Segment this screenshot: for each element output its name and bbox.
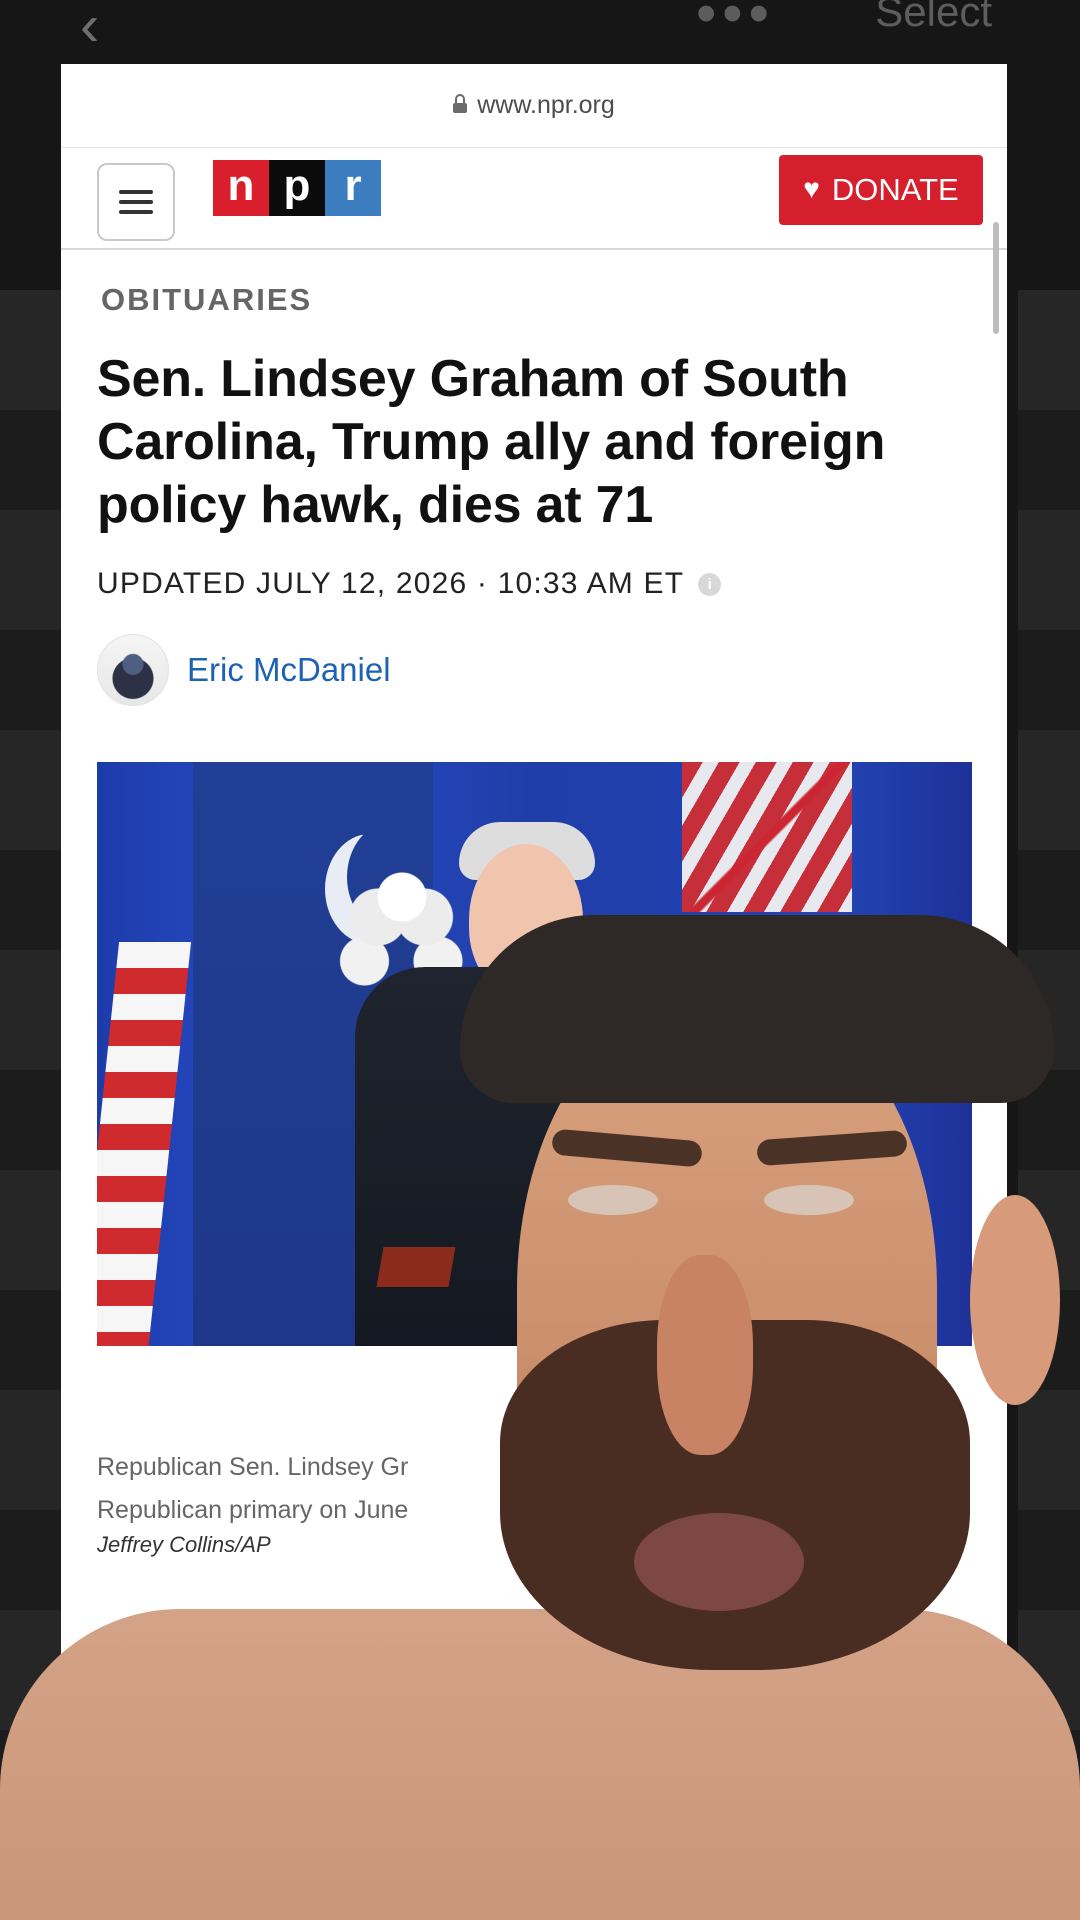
heart-icon: ♥ — [803, 173, 820, 204]
logo-letter-p: p — [269, 160, 325, 216]
info-icon[interactable]: i — [698, 572, 722, 596]
donate-label: DONATE — [831, 172, 959, 207]
screen-root: ‹ ••• Select www.npr.org n p r ♥ DONATE — [0, 0, 1080, 1920]
back-icon[interactable]: ‹ — [80, 0, 99, 59]
body-line: Sen. Lindsey Graham — [97, 1672, 428, 1714]
background-right-panel — [1018, 290, 1080, 1770]
lock-icon — [453, 93, 468, 113]
podium — [376, 1247, 456, 1287]
article-body: Sen. Lindsey Graham Satu — [97, 1664, 527, 1780]
npr-logo[interactable]: n p r — [213, 160, 381, 216]
photo-caption: Republican Sen. Lindsey Gr Republican pr… — [97, 1446, 497, 1532]
body-line: Satu — [97, 1730, 165, 1772]
photo-credit: Jeffrey Collins/AP — [97, 1532, 271, 1557]
caption-line: Republican Sen. Lindsey Gr — [97, 1453, 409, 1481]
donate-button[interactable]: ♥ DONATE — [779, 155, 983, 225]
background-left-panel — [0, 290, 62, 1770]
scrollbar[interactable] — [993, 222, 999, 334]
site-header: n p r ♥ DONATE — [61, 148, 1007, 250]
american-flag-image — [97, 942, 192, 1346]
url-text: www.npr.org — [477, 91, 615, 119]
logo-letter-r: r — [325, 160, 381, 216]
logo-letter-n: n — [213, 160, 269, 216]
article-headline: Sen. Lindsey Graham of South Carolina, T… — [97, 350, 886, 534]
author-avatar[interactable] — [97, 634, 169, 706]
updated-timestamp: UPDATED JULY 12, 2026 · 10:33 AM ET — [97, 567, 685, 600]
more-icon[interactable]: ••• — [696, 0, 775, 47]
article-photo[interactable] — [97, 762, 972, 1346]
hamburger-line-icon — [119, 210, 153, 214]
senator-suit — [355, 967, 565, 1346]
hamburger-line-icon — [119, 200, 153, 204]
address-bar[interactable]: www.npr.org — [61, 64, 1007, 148]
background-flag-image — [682, 762, 852, 912]
article-meta: UPDATED JULY 12, 2026 · 10:33 AM ET i — [97, 567, 971, 601]
section-label[interactable]: OBITUARIES — [101, 282, 971, 318]
article-content: OBITUARIES Sen. Lindsey Graham of South … — [97, 282, 971, 706]
author-link[interactable]: Eric McDaniel — [187, 651, 391, 689]
caption-line: Republican primary on June — [97, 1496, 409, 1524]
author-row: Eric McDaniel — [97, 634, 971, 706]
browser-window: www.npr.org n p r ♥ DONATE OBITUARIES Se… — [61, 64, 1007, 1894]
hamburger-line-icon — [119, 190, 153, 194]
select-button[interactable]: Select — [875, 0, 992, 36]
menu-button[interactable] — [97, 163, 175, 241]
